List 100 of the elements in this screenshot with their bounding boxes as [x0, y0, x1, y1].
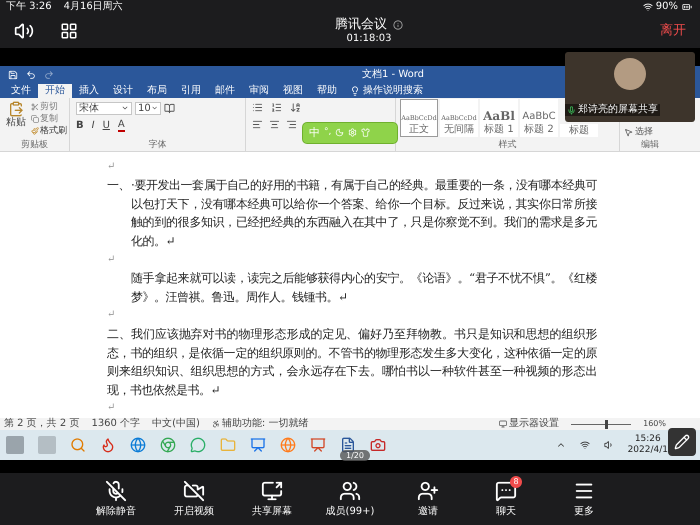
paragraph-mark: ↵ — [107, 252, 115, 267]
meeting-title: 腾讯会议 — [335, 16, 387, 32]
italic-button[interactable]: I — [92, 120, 95, 132]
slides-icon[interactable] — [310, 437, 326, 454]
font-name-field[interactable]: 宋体 — [76, 102, 132, 115]
window-thumbnail-icon[interactable] — [38, 436, 56, 454]
moon-icon — [335, 128, 344, 138]
meeting-duration: 01:18:03 — [346, 32, 392, 44]
sort-icon[interactable] — [290, 102, 301, 113]
toolbar-button[interactable]: 邀请 — [402, 480, 454, 518]
toolbar-button[interactable]: 解除静音 — [90, 480, 142, 518]
ribbon-tab[interactable]: 邮件 — [208, 84, 242, 98]
cut-button[interactable]: 剪切 — [31, 100, 67, 113]
window-thumbnail-icon[interactable] — [6, 436, 24, 454]
participant-name: 郑诗亮的屏幕共享 — [578, 104, 658, 116]
select-button[interactable]: 选择 — [624, 126, 653, 140]
ribbon-tab[interactable]: 引用 — [174, 84, 208, 98]
video-off-icon — [183, 480, 205, 502]
style-sample: AaBbC — [522, 110, 556, 124]
style-sample: AaBl — [483, 108, 515, 124]
globe-icon[interactable] — [130, 437, 146, 454]
style-swatch[interactable]: AaBbC 标题 2 — [520, 98, 558, 137]
layout-button[interactable] — [60, 22, 78, 40]
display-settings[interactable]: 显示器设置 — [509, 418, 560, 430]
add-person-icon — [417, 480, 439, 502]
align-left-icon[interactable] — [252, 118, 263, 130]
undo-icon[interactable] — [26, 70, 36, 80]
ribbon-tab[interactable]: 文件 — [4, 84, 38, 98]
group-label: 编辑 — [640, 140, 660, 151]
brush-icon — [31, 126, 39, 135]
layout-icon — [60, 22, 78, 40]
flame-icon[interactable] — [100, 437, 116, 454]
wifi-icon — [642, 2, 653, 12]
numbered-list-icon[interactable] — [271, 102, 282, 113]
camera-icon[interactable] — [370, 437, 386, 454]
battery-icon — [680, 2, 694, 12]
font-size-field[interactable]: 10 — [135, 102, 161, 115]
accessibility-status: 辅助功能: 一切就绪 — [222, 418, 308, 430]
paragraph-mark: ↵ — [107, 308, 115, 322]
monitor-icon — [499, 420, 508, 428]
ribbon-tab[interactable]: 帮助 — [310, 84, 344, 98]
paragraph: 随手拿起来就可以读，读完之后能够获得内心的安宁。《论语》。“君子不忧不惧”。《红楼梦》。汪曾祺。鲁迅。周作人。钱锺书。↵ — [130, 270, 597, 306]
font-color-button[interactable]: A — [118, 120, 125, 132]
document-icon[interactable] — [340, 437, 356, 454]
ribbon-tab[interactable]: 布局 — [140, 84, 174, 98]
input-mode-text: 中 — [309, 124, 320, 141]
ribbon-tab[interactable]: 视图 — [276, 84, 310, 98]
clipboard-icon — [8, 100, 24, 117]
zoom-thumb[interactable] — [605, 420, 608, 429]
shirt-icon — [361, 128, 370, 138]
ribbon-tab[interactable]: 设计 — [106, 84, 140, 98]
paragraph: ·要开发出一套属于自己的好用的书籍，有属于自己的经典。最重要的一条，没有哪本经典可以包打天下，没有哪本经典可以给你一个答案、给你一个目标。反过来说，其实你日常所接触的到的很多知识，已经把经典的东西融入在其中了，只是你察觉不到。我们的需求是多元化的。↵ — [131, 177, 597, 250]
paragraph: 二、我们应该抛弃对书的物理形态形成的定见、偏好乃至拜物教。书只是知识和思想的组织形态，书的组织，是依循一定的组织原则的。不管书的物理形态发生多大变化，这种依循一定的原则来组织知识、组织思想的方式，会永远存在下去。哪怕书以一种软件甚至一种视频的形态出现，书也依然是书。↵ — [107, 326, 597, 399]
page-indicator: 1/20 — [340, 450, 370, 461]
pen-icon — [674, 434, 690, 450]
punctuation-text: °, — [324, 126, 332, 140]
ribbon-tab[interactable]: 插入 — [72, 84, 106, 98]
ribbon-tab[interactable]: 审阅 — [242, 84, 276, 98]
document-title: 文档1 - Word — [362, 68, 424, 82]
speaker-icon — [14, 20, 34, 40]
style-swatch[interactable]: 标题 — [560, 124, 598, 137]
paragraph-mark: ↵ — [107, 160, 115, 174]
word-count: 1360 个字 — [91, 418, 140, 430]
volume-icon[interactable] — [604, 440, 614, 450]
group-label: 字体 — [148, 140, 168, 151]
paragraph-mark: ↵ — [107, 401, 115, 416]
copy-button[interactable]: 复制 — [31, 112, 67, 125]
format-painter-button[interactable]: 格式刷 — [31, 124, 67, 137]
lightbulb-icon — [350, 86, 360, 96]
list-number: 一、 — [107, 177, 131, 194]
align-center-icon[interactable] — [269, 118, 280, 130]
bullet-list-icon[interactable] — [252, 102, 263, 113]
save-icon[interactable] — [8, 70, 18, 80]
speaker-button[interactable] — [14, 20, 34, 40]
group-label: 剪贴板 — [20, 140, 49, 151]
board-icon[interactable] — [250, 437, 266, 454]
paste-button[interactable]: 粘贴 — [3, 100, 29, 140]
toolbar-button[interactable]: 更多 — [558, 480, 610, 518]
settings-icon — [348, 128, 358, 138]
annotate-button[interactable] — [668, 428, 696, 456]
people-icon — [339, 480, 361, 502]
pointer-icon — [624, 128, 633, 138]
share-screen-icon — [261, 480, 283, 502]
toolbar-button[interactable]: 成员(99+) — [324, 480, 376, 518]
date-text: 4月16日周六 — [64, 0, 123, 14]
leave-button[interactable]: 离开 — [660, 20, 686, 40]
tell-me-search[interactable]: 操作说明搜索 — [360, 84, 426, 98]
taskbar-date: 2022/4/1 — [628, 445, 668, 456]
bold-button[interactable]: B — [76, 120, 84, 132]
language-text: 中文(中国) — [152, 418, 200, 430]
ribbon-tab[interactable]: 开始 — [38, 84, 72, 98]
toolbar-button[interactable]: 开启视频 — [168, 480, 220, 518]
battery-text: 90% — [656, 0, 678, 14]
underline-button[interactable]: U — [102, 120, 110, 132]
accessibility-icon — [212, 420, 220, 428]
style-swatch[interactable]: AaBl 标题 1 — [480, 98, 518, 137]
align-right-icon[interactable] — [286, 118, 297, 130]
taskbar-time: 15:26 — [634, 434, 661, 445]
scissors-icon — [31, 102, 39, 111]
toolbar-button[interactable]: 共享屏幕 — [246, 480, 298, 518]
